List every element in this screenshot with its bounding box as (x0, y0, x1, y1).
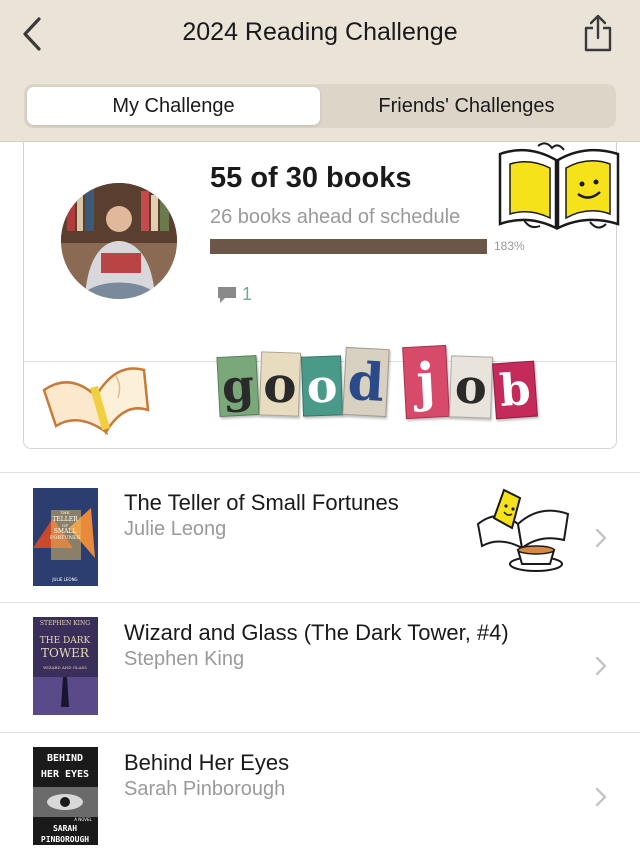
book-cover: THE TELLER OF SMALL FORTUNES JULIE LEONG (33, 488, 98, 586)
cover-text: STEPHEN KING (40, 620, 90, 627)
nav-header: 2024 Reading Challenge My Challenge Frie… (0, 0, 640, 142)
comments-button[interactable]: 1 (216, 284, 252, 305)
cover-text: SMALL (54, 528, 77, 535)
book-author: Sarah Pinborough (124, 778, 286, 800)
book-title: The Teller of Small Fortunes (124, 490, 399, 515)
book-cover: STEPHEN KING THE DARK TOWER WIZARD AND G… (33, 617, 98, 715)
cover-text: PINBOROUGH (41, 835, 89, 844)
good-job-sticker-letter: j (402, 344, 450, 420)
back-button[interactable] (14, 14, 50, 54)
cover-text: FORTUNES (50, 535, 81, 541)
good-job-sticker-letter: b (492, 360, 538, 420)
share-button[interactable] (580, 12, 616, 54)
cover-text: BEHIND (47, 753, 83, 764)
list-item[interactable]: BEHIND HER EYES A NOVEL SARAH PINBOROUGH… (0, 733, 640, 853)
challenge-card[interactable]: 55 of 30 books 26 books ahead of schedul… (23, 142, 620, 449)
good-job-sticker-letter: o (448, 355, 494, 419)
good-job-sticker-letter: d (342, 346, 390, 418)
chevron-right-icon (595, 787, 607, 807)
books-count: 55 of 30 books (210, 162, 412, 194)
progress-fill (210, 239, 487, 254)
progress-bar (210, 239, 487, 254)
page-title: 2024 Reading Challenge (182, 18, 458, 46)
cover-text: TOWER (41, 646, 90, 660)
book-and-tea-sticker-icon (476, 488, 570, 572)
cover-text: WIZARD AND GLASS (43, 665, 87, 670)
cover-text: TELLER (52, 516, 78, 523)
cover-text: A NOVEL (74, 817, 92, 822)
tab-my-challenge[interactable]: My Challenge (27, 87, 320, 125)
reading-sticker-icon (498, 142, 620, 231)
comment-count: 1 (242, 284, 253, 304)
good-job-sticker-letter: o (300, 355, 344, 417)
book-title: Behind Her Eyes (124, 750, 290, 775)
list-item[interactable]: STEPHEN KING THE DARK TOWER WIZARD AND G… (0, 603, 640, 731)
good-job-sticker: g o o d j o b (216, 342, 628, 432)
cover-text: HER EYES (41, 769, 89, 780)
cover-text: THE DARK (40, 636, 91, 646)
good-job-sticker-letter: g (216, 354, 260, 418)
cover-text: SARAH (53, 824, 77, 833)
book-cover: BEHIND HER EYES A NOVEL SARAH PINBOROUGH (33, 747, 98, 845)
schedule-status: 26 books ahead of schedule (210, 206, 461, 228)
challenge-segmented-control: My Challenge Friends' Challenges (24, 84, 616, 128)
book-author: Julie Leong (124, 518, 227, 540)
cover-text: JULIE LEONG (51, 577, 77, 582)
chevron-right-icon (595, 656, 607, 676)
tab-friends-challenges[interactable]: Friends' Challenges (320, 87, 613, 125)
chevron-right-icon (595, 528, 607, 548)
good-job-sticker-letter: o (258, 351, 302, 417)
progress-percent: 183% (494, 239, 525, 253)
share-icon (584, 14, 612, 52)
comment-icon (218, 286, 236, 303)
cover-text: THE (60, 510, 69, 515)
book-title: Wizard and Glass (The Dark Tower, #4) (124, 620, 509, 645)
chevron-left-icon (23, 17, 41, 51)
book-author: Stephen King (124, 648, 245, 670)
avatar (61, 183, 177, 299)
open-book-sticker-icon (42, 367, 150, 436)
